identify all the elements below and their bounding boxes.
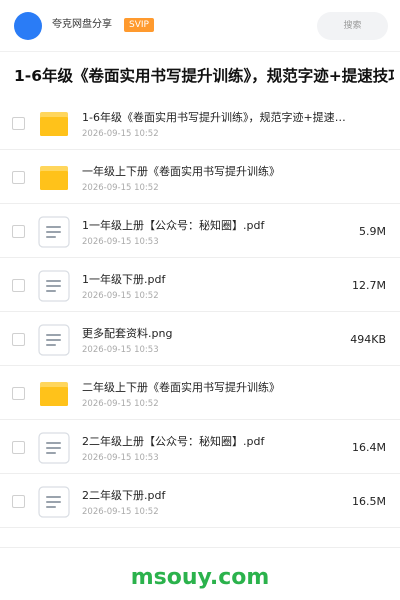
document-icon bbox=[38, 432, 70, 464]
file-name: 一年级上下册《卷面实用书写提升训练》 bbox=[82, 165, 280, 178]
list-item[interactable]: 1一年级上册【公众号：秘知圈】.pdf 2026-09-15 10:53 5.9M bbox=[0, 204, 400, 258]
file-name: 二年级上下册《卷面实用书写提升训练》 bbox=[82, 381, 280, 394]
file-date: 2026-09-15 10:52 bbox=[82, 183, 159, 193]
document-icon bbox=[38, 216, 70, 248]
avatar[interactable] bbox=[14, 12, 42, 40]
file-name: 1-6年级《卷面实用书写提升训练》，规范字迹+提速技巧 bbox=[82, 111, 352, 124]
file-name: 2二年级上册【公众号：秘知圈】.pdf bbox=[82, 435, 265, 448]
list-item[interactable]: 2二年级上册【公众号：秘知圈】.pdf 2026-09-15 10:53 16.4M bbox=[0, 420, 400, 474]
file-name: 1一年级下册.pdf bbox=[82, 273, 166, 286]
file-date: 2026-09-15 10:53 bbox=[82, 237, 159, 247]
select-checkbox[interactable] bbox=[12, 225, 25, 238]
file-date: 2026-09-15 10:52 bbox=[82, 399, 159, 409]
document-icon bbox=[38, 324, 70, 356]
folder-icon bbox=[38, 378, 70, 410]
file-name: 更多配套资料.png bbox=[82, 327, 173, 340]
page-title: 1-6年级《卷面实用书写提升训练》，规范字迹+提速技巧 bbox=[14, 67, 394, 85]
select-checkbox[interactable] bbox=[12, 495, 25, 508]
file-date: 2026-09-15 10:52 bbox=[82, 291, 159, 301]
select-checkbox[interactable] bbox=[12, 387, 25, 400]
file-date: 2026-09-15 10:53 bbox=[82, 453, 159, 463]
header: 夸克网盘分享 SVIP 搜索 bbox=[0, 0, 400, 52]
folder-icon bbox=[38, 108, 70, 140]
file-size: 16.5M bbox=[352, 495, 386, 508]
file-date: 2026-09-15 10:53 bbox=[82, 345, 159, 355]
document-icon bbox=[38, 270, 70, 302]
file-size: 5.9M bbox=[359, 225, 386, 238]
list-item[interactable]: 1-6年级《卷面实用书写提升训练》，规范字迹+提速技巧 2026-09-15 10… bbox=[0, 96, 400, 150]
svip-badge: SVIP bbox=[124, 18, 154, 32]
sharer-name: 夸克网盘分享 bbox=[52, 19, 112, 30]
document-icon bbox=[38, 486, 70, 518]
list-item[interactable]: 二年级上下册《卷面实用书写提升训练》 2026-09-15 10:52 bbox=[0, 366, 400, 420]
file-date: 2026-09-15 10:52 bbox=[82, 129, 159, 139]
select-checkbox[interactable] bbox=[12, 279, 25, 292]
file-list: 1-6年级《卷面实用书写提升训练》，规范字迹+提速技巧 2026-09-15 10… bbox=[0, 96, 400, 528]
select-checkbox[interactable] bbox=[12, 441, 25, 454]
list-item[interactable]: 1一年级下册.pdf 2026-09-15 10:52 12.7M bbox=[0, 258, 400, 312]
divider bbox=[0, 547, 400, 548]
select-checkbox[interactable] bbox=[12, 117, 25, 130]
search-input[interactable]: 搜索 bbox=[317, 12, 388, 40]
list-item[interactable]: 一年级上下册《卷面实用书写提升训练》 2026-09-15 10:52 bbox=[0, 150, 400, 204]
select-checkbox[interactable] bbox=[12, 171, 25, 184]
file-name: 2二年级下册.pdf bbox=[82, 489, 166, 502]
list-item[interactable]: 2二年级下册.pdf 2026-09-15 10:52 16.5M bbox=[0, 474, 400, 528]
file-size: 12.7M bbox=[352, 279, 386, 292]
file-size: 16.4M bbox=[352, 441, 386, 454]
watermark-text: msouy.com bbox=[130, 565, 270, 590]
folder-icon bbox=[38, 162, 70, 194]
file-name: 1一年级上册【公众号：秘知圈】.pdf bbox=[82, 219, 265, 232]
select-checkbox[interactable] bbox=[12, 333, 25, 346]
file-date: 2026-09-15 10:52 bbox=[82, 507, 159, 517]
file-size: 494KB bbox=[350, 333, 386, 346]
list-item[interactable]: 更多配套资料.png 2026-09-15 10:53 494KB bbox=[0, 312, 400, 366]
